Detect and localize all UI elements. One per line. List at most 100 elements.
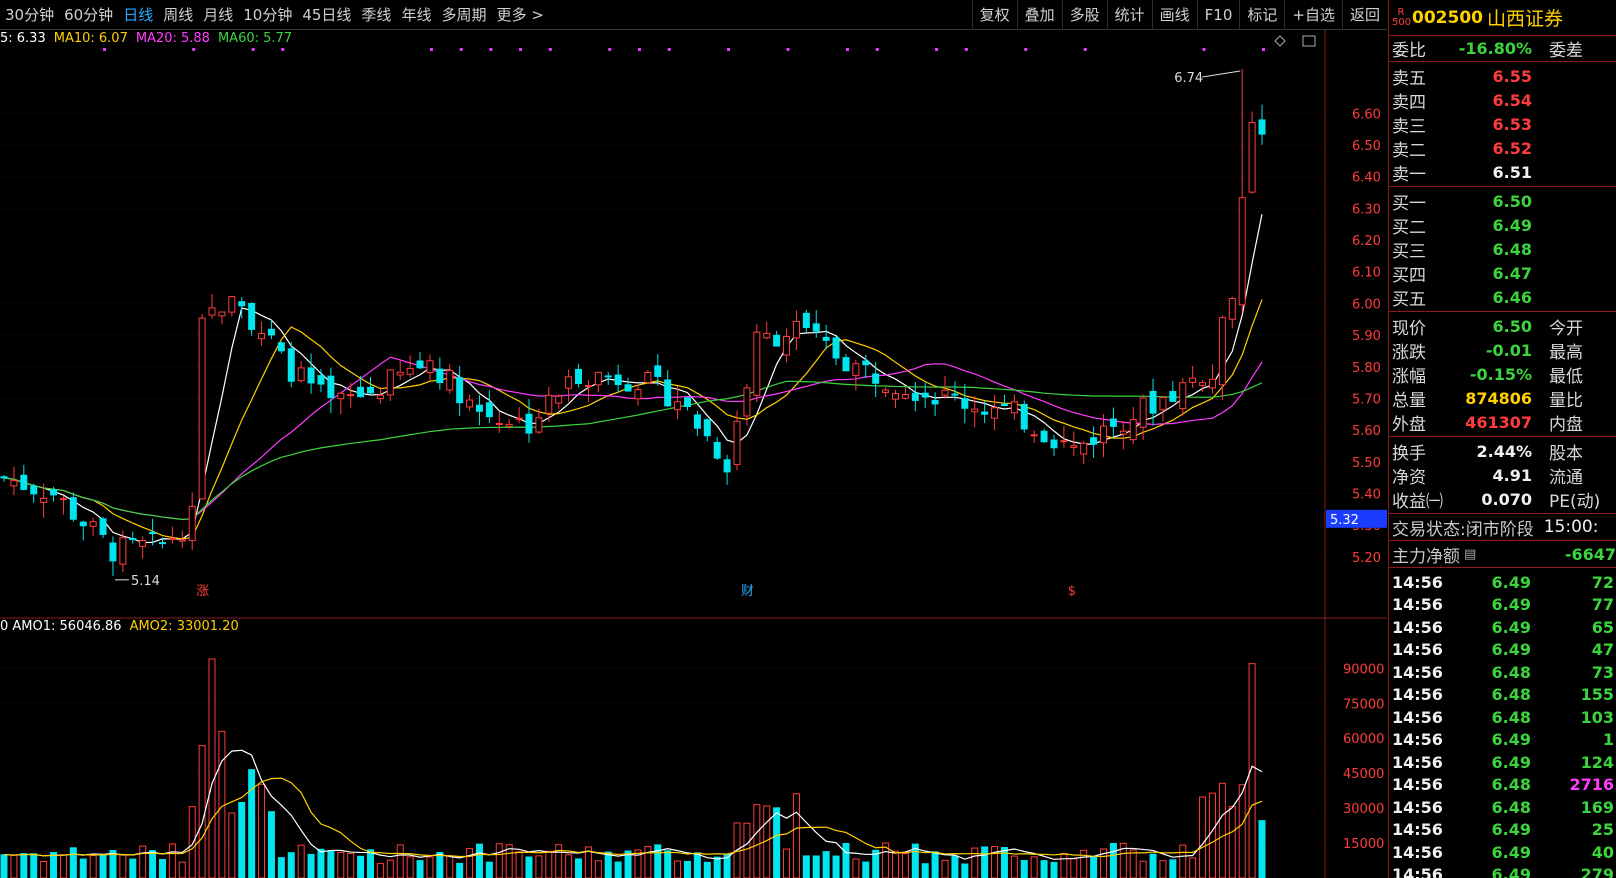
candle-body bbox=[426, 360, 434, 374]
volume-bar bbox=[0, 854, 8, 878]
candle-body bbox=[931, 399, 939, 405]
volume-bar bbox=[337, 851, 345, 878]
candle-body bbox=[624, 384, 632, 392]
action-button-6[interactable]: 标记 bbox=[1239, 0, 1284, 30]
action-button-7[interactable]: +自选 bbox=[1284, 0, 1342, 30]
candle-body bbox=[79, 521, 87, 527]
volume-bar bbox=[1159, 860, 1167, 878]
period-tab-3[interactable]: 周线 bbox=[158, 0, 198, 30]
price-tick-label: 5.50 bbox=[1352, 456, 1381, 471]
candle-body bbox=[10, 480, 18, 487]
candle-body bbox=[50, 489, 58, 496]
candle-body bbox=[703, 419, 711, 437]
volume-bar bbox=[1040, 860, 1048, 878]
period-tab-7[interactable]: 季线 bbox=[356, 0, 396, 30]
volume-bar bbox=[248, 769, 256, 878]
tick-volume: 103 bbox=[1580, 707, 1614, 727]
bid-row-0: 买一 6.50 bbox=[1389, 189, 1616, 214]
volume-bar bbox=[1139, 860, 1147, 878]
action-button-1[interactable]: 叠加 bbox=[1016, 0, 1062, 30]
candle-body bbox=[1030, 434, 1038, 437]
status-label: 交易状态: bbox=[1392, 519, 1466, 540]
volume-bar bbox=[416, 860, 424, 878]
quote-row-2: 涨幅 -0.15% 最低 bbox=[1389, 362, 1616, 387]
candle-body bbox=[396, 371, 404, 376]
candle-body bbox=[69, 497, 77, 520]
volume-bar bbox=[386, 859, 394, 878]
candle-body bbox=[614, 374, 622, 386]
period-tab-5[interactable]: 10分钟 bbox=[238, 0, 297, 30]
volume-bar bbox=[79, 858, 87, 878]
tick-time: 14:56 bbox=[1392, 842, 1443, 862]
period-tab-10[interactable]: 更多 > bbox=[491, 0, 548, 30]
action-button-5[interactable]: F10 bbox=[1196, 0, 1240, 30]
volume-bar bbox=[495, 843, 503, 878]
quote-label2: 最高 bbox=[1549, 342, 1583, 363]
signal-dot bbox=[845, 48, 849, 51]
action-button-8[interactable]: 返回 bbox=[1341, 0, 1387, 30]
period-tab-9[interactable]: 多周期 bbox=[436, 0, 491, 30]
list-icon[interactable]: ▤ bbox=[1464, 547, 1476, 562]
action-button-4[interactable]: 画线 bbox=[1151, 0, 1197, 30]
period-tab-0[interactable]: 30分钟 bbox=[0, 0, 59, 30]
period-tab-1[interactable]: 60分钟 bbox=[59, 0, 118, 30]
stat-label2: 股本 bbox=[1549, 443, 1583, 464]
tick-row: 14:56 6.49 72 bbox=[1389, 571, 1616, 594]
stats-block: 换手 2.44% 股本 净资 4.91 流通 收益㈠ 0.070 PE(动) bbox=[1389, 437, 1616, 514]
tick-price: 6.49 bbox=[1491, 730, 1531, 750]
quote-value: -0.15% bbox=[1469, 364, 1532, 384]
tick-price: 6.49 bbox=[1491, 617, 1531, 637]
candle-body bbox=[1060, 440, 1068, 443]
price-tick-label: 5.70 bbox=[1352, 392, 1381, 407]
candle-body bbox=[981, 411, 989, 415]
tick-volume: 25 bbox=[1591, 820, 1614, 840]
candle-body bbox=[921, 392, 929, 398]
period-tab-4[interactable]: 月线 bbox=[198, 0, 238, 30]
candle-body bbox=[1169, 391, 1177, 402]
volume-bar bbox=[555, 844, 563, 878]
candle-body bbox=[634, 389, 642, 400]
volume-bar bbox=[713, 856, 721, 878]
weibi-row: 委比 -16.80% 委差 bbox=[1389, 36, 1616, 62]
candle-body bbox=[971, 408, 979, 413]
tick-list[interactable]: 14:56 6.49 72 14:56 6.49 77 14:56 6.49 65 14:56 6.… bbox=[1389, 568, 1616, 878]
period-tab-8[interactable]: 年线 bbox=[396, 0, 436, 30]
ma_legend-item-2: MA20: 5.88 bbox=[135, 31, 210, 46]
event-marker: 涨 bbox=[196, 584, 209, 599]
tick-volume: 124 bbox=[1580, 752, 1614, 772]
action-button-0[interactable]: 复权 bbox=[971, 0, 1017, 30]
candle-body bbox=[436, 368, 444, 384]
volume-bar bbox=[971, 847, 979, 878]
candle-body bbox=[723, 459, 731, 473]
candle-body bbox=[129, 538, 137, 541]
volume-bar bbox=[1070, 858, 1078, 878]
volume-bar bbox=[1218, 782, 1226, 878]
volume-bar bbox=[703, 861, 711, 878]
tick-price: 6.49 bbox=[1491, 752, 1531, 772]
candle-body bbox=[525, 413, 533, 434]
volume-bar bbox=[783, 848, 791, 878]
ask-label: 卖二 bbox=[1392, 140, 1426, 161]
kline-chart[interactable]: 6.60 6.50 6.40 6.30 6.20 6.10 6.00 5.90 5.80 5.70… bbox=[0, 30, 1387, 878]
period-tab-6[interactable]: 45日线 bbox=[297, 0, 356, 30]
bid-row-4: 买五 6.46 bbox=[1389, 285, 1616, 310]
tick-volume: 155 bbox=[1580, 685, 1614, 705]
tick-row: 14:56 6.49 77 bbox=[1389, 594, 1616, 617]
action-button-3[interactable]: 统计 bbox=[1106, 0, 1152, 30]
volume-bar bbox=[436, 851, 444, 878]
volume-bar bbox=[802, 855, 810, 878]
candle-body bbox=[693, 414, 701, 429]
tick-time: 14:56 bbox=[1392, 572, 1443, 592]
tick-price: 6.49 bbox=[1491, 640, 1531, 660]
price-tick-label: 5.20 bbox=[1352, 551, 1381, 566]
volume-bar bbox=[545, 850, 553, 878]
tick-time: 14:56 bbox=[1392, 595, 1443, 615]
volume-bar bbox=[357, 855, 365, 878]
volume-bar bbox=[604, 851, 612, 878]
period-tab-2[interactable]: 日线 bbox=[118, 0, 158, 30]
volume-tick-label: 30000 bbox=[1343, 802, 1384, 817]
candle-body bbox=[683, 397, 691, 408]
tick-volume: 47 bbox=[1591, 640, 1614, 660]
volume-bar bbox=[307, 853, 315, 878]
action-button-2[interactable]: 多股 bbox=[1061, 0, 1107, 30]
